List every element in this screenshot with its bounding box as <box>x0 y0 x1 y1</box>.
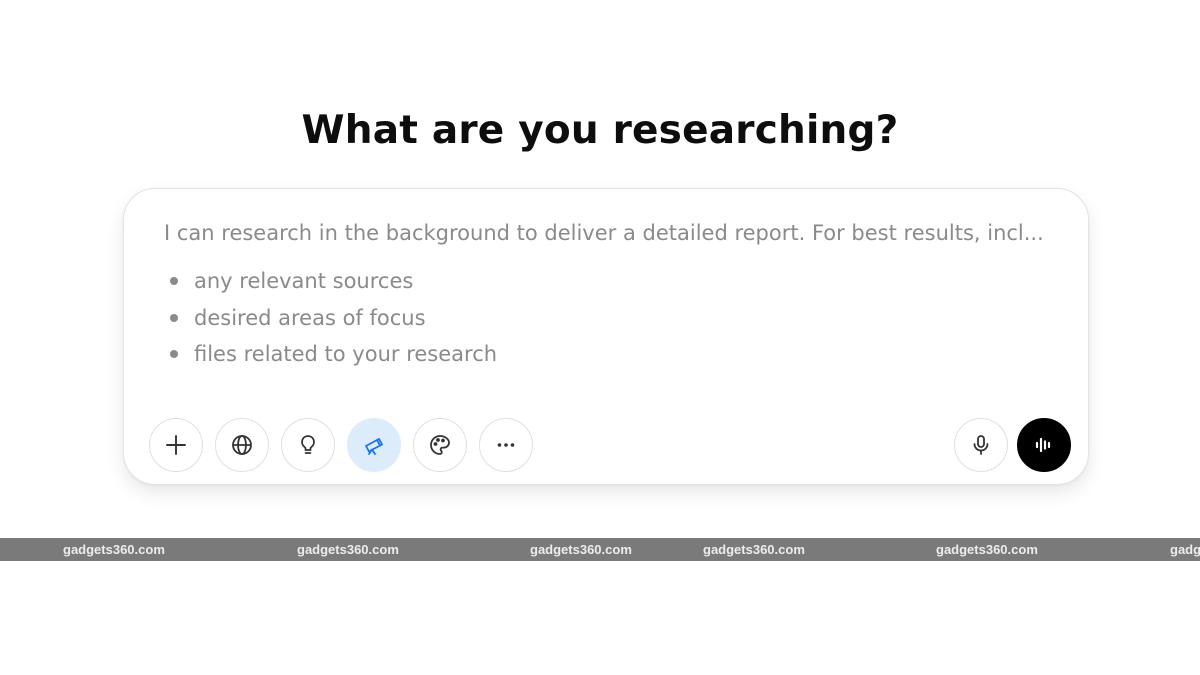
dictate-button[interactable] <box>954 418 1008 472</box>
create-image-button[interactable] <box>413 418 467 472</box>
lightbulb-icon <box>301 435 315 454</box>
microphone-icon <box>973 435 989 455</box>
page: What are you researching? I can research… <box>0 0 1200 675</box>
plus-icon <box>166 435 186 455</box>
more-tools-button[interactable] <box>479 418 533 472</box>
add-button[interactable] <box>149 418 203 472</box>
watermark-text: gadg <box>1170 542 1200 557</box>
watermark-text: gadgets360.com <box>63 542 165 557</box>
list-item: files related to your research <box>164 340 1054 377</box>
more-horizontal-icon <box>497 443 515 447</box>
reason-button[interactable] <box>281 418 335 472</box>
search-web-button[interactable] <box>215 418 269 472</box>
research-composer[interactable]: I can research in the background to deli… <box>123 188 1089 485</box>
voice-mode-button[interactable] <box>1017 418 1071 472</box>
list-item: desired areas of focus <box>164 304 1054 341</box>
watermark-text: gadgets360.com <box>530 542 632 557</box>
placeholder-list: any relevant sources desired areas of fo… <box>164 267 1054 377</box>
telescope-icon <box>365 438 383 455</box>
globe-icon <box>232 435 252 455</box>
watermark-text: gadgets360.com <box>297 542 399 557</box>
watermark-bar: gadgets360.com gadgets360.com gadgets360… <box>0 538 1200 561</box>
palette-icon <box>430 435 450 455</box>
page-title: What are you researching? <box>301 108 899 153</box>
prompt-placeholder[interactable]: I can research in the background to deli… <box>164 219 1054 377</box>
voice-waveform-icon <box>1035 437 1051 453</box>
watermark-text: gadgets360.com <box>703 542 805 557</box>
placeholder-intro: I can research in the background to deli… <box>164 221 1044 245</box>
watermark-text: gadgets360.com <box>936 542 1038 557</box>
list-item: any relevant sources <box>164 267 1054 304</box>
deep-research-button[interactable] <box>347 418 401 472</box>
